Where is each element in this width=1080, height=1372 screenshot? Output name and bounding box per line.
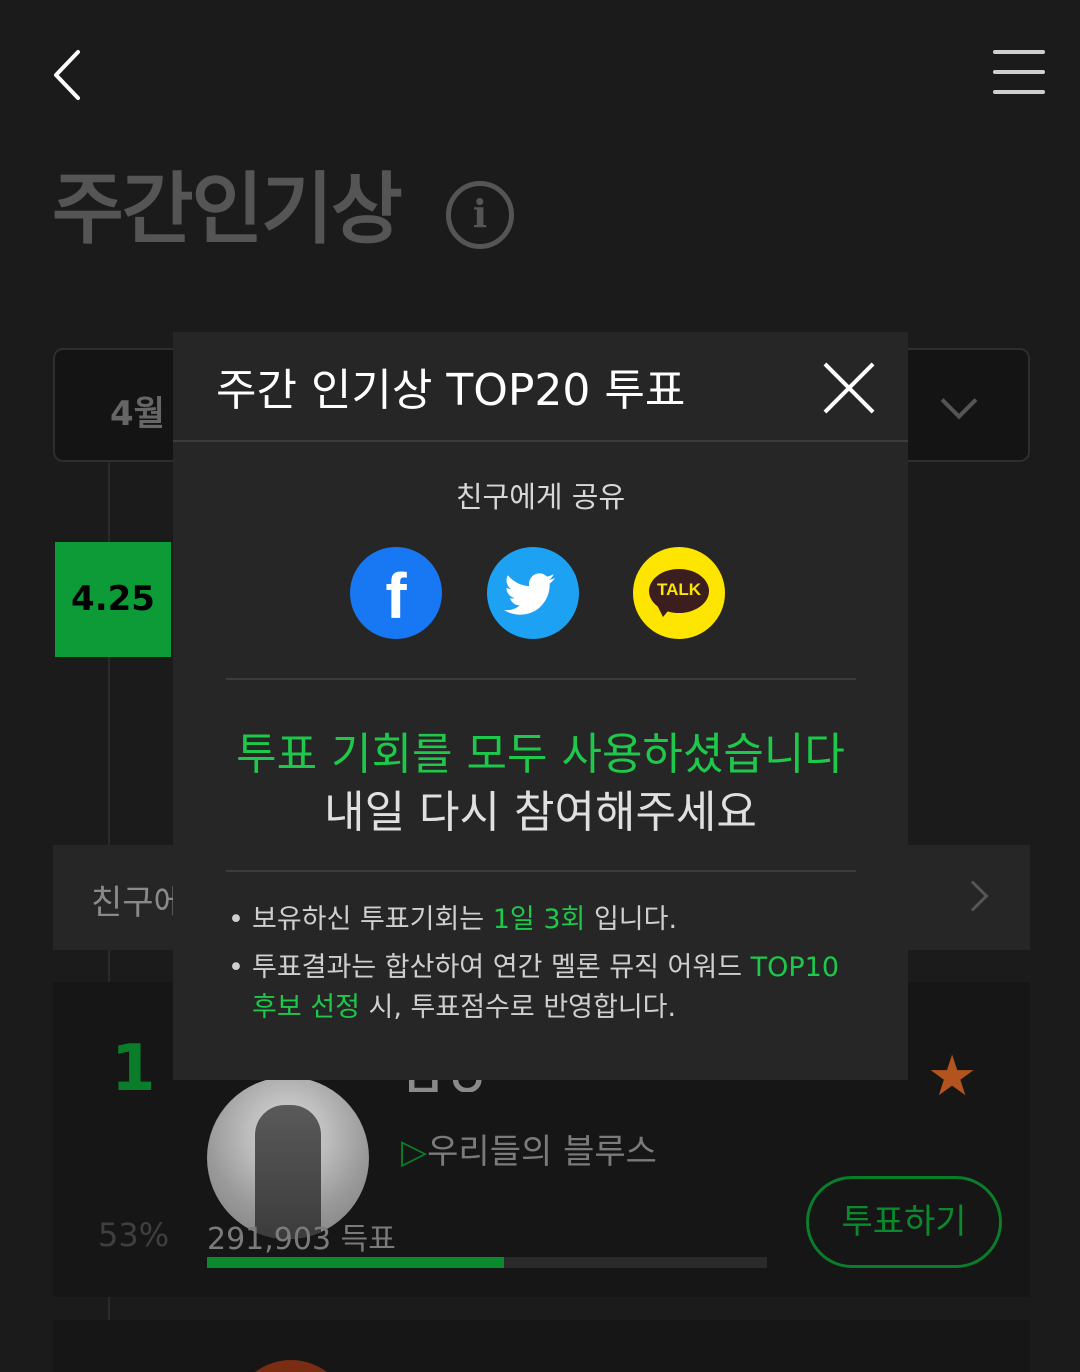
info-icon[interactable]: i: [446, 181, 514, 249]
chevron-left-icon: [54, 50, 80, 100]
page-title: 주간인기상: [52, 165, 403, 255]
modal-header: 주간 인기상 TOP20 투표: [173, 332, 908, 442]
back-button[interactable]: [40, 40, 100, 110]
twitter-share-button[interactable]: [487, 547, 579, 639]
vote-progress-fill: [207, 1257, 504, 1268]
divider: [226, 870, 856, 872]
vote-button[interactable]: 투표하기: [806, 1176, 1002, 1268]
chevron-right-icon: [957, 880, 989, 912]
notes-list: 보유하신 투표기회는 1일 3회 입니다. 투표결과는 합산하여 연간 멜론 뮤…: [228, 900, 868, 1036]
note-item: 보유하신 투표기회는 1일 3회 입니다.: [228, 900, 868, 940]
kakaotalk-bubble-tail: [657, 605, 673, 617]
vote-count: 291,903 득표: [207, 1222, 396, 1257]
kakaotalk-share-button[interactable]: TALK: [633, 547, 725, 639]
song-link[interactable]: ▷우리들의 블루스: [401, 1124, 657, 1173]
note-item: 투표결과는 합산하여 연간 멜론 뮤직 어워드 TOP10 후보 선정 시, 투…: [228, 948, 868, 1028]
star-icon: ★: [927, 1044, 978, 1109]
play-icon: ▷: [401, 1132, 428, 1172]
vote-percent: 53%: [98, 1216, 170, 1254]
divider: [226, 678, 856, 680]
song-title: 우리들의 블루스: [427, 1132, 657, 1172]
retry-tomorrow-message: 내일 다시 참여해주세요: [324, 787, 757, 838]
twitter-bird-icon: [504, 573, 555, 615]
month-label: 4월: [110, 394, 165, 434]
chevron-down-icon: [940, 382, 978, 420]
hamburger-menu-icon[interactable]: [985, 50, 1055, 105]
rank-card: [53, 1320, 1030, 1372]
top-bar: [0, 0, 1080, 150]
vote-progress-bar: [207, 1257, 767, 1268]
close-icon[interactable]: [821, 360, 877, 416]
share-label: 친구에게 공유: [455, 480, 626, 514]
artist-avatar[interactable]: [231, 1360, 351, 1372]
facebook-icon: f: [385, 560, 407, 632]
modal-title: 주간 인기상 TOP20 투표: [216, 365, 686, 416]
date-badge: 4.25: [55, 542, 171, 657]
rank-number: 1: [111, 1032, 156, 1106]
friends-label: 친구에: [91, 883, 173, 923]
votes-used-message: 투표 기회를 모두 사용하셨습니다: [236, 729, 845, 780]
facebook-share-button[interactable]: f: [350, 547, 442, 639]
kakaotalk-label: TALK: [656, 580, 702, 599]
vote-modal: 주간 인기상 TOP20 투표 친구에게 공유 f TALK 투표 기회를 모두…: [173, 332, 908, 1080]
